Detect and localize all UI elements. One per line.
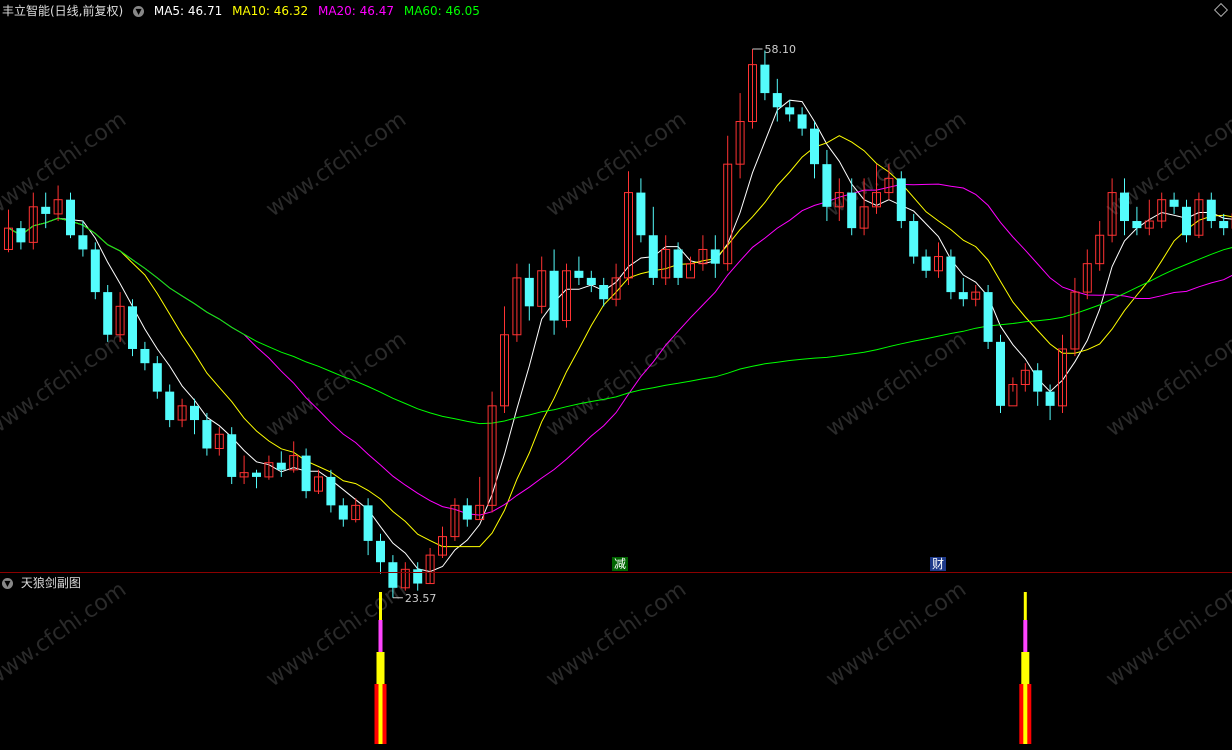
candle-body bbox=[599, 285, 609, 300]
candle-body bbox=[128, 306, 137, 349]
signal-bar-yellow bbox=[1021, 652, 1030, 684]
candle-body bbox=[227, 434, 237, 477]
candle-body bbox=[103, 292, 113, 335]
candle-body bbox=[958, 292, 968, 300]
watermark-text: www.cfchi.com bbox=[542, 107, 691, 222]
candle-body bbox=[202, 420, 212, 449]
candle-body bbox=[326, 476, 336, 506]
candle-body bbox=[1132, 221, 1142, 229]
candle-body bbox=[363, 505, 373, 541]
candle-body bbox=[462, 505, 472, 520]
watermark-text: www.cfchi.com bbox=[262, 577, 411, 692]
candle-body bbox=[524, 277, 534, 307]
candle-body bbox=[772, 93, 782, 108]
candle-body bbox=[78, 235, 88, 250]
candle-body bbox=[276, 462, 286, 470]
high-price-label: 58.10 bbox=[765, 43, 797, 56]
watermark-text: www.cfchi.com bbox=[262, 107, 411, 222]
watermark-text: www.cfchi.com bbox=[822, 327, 971, 442]
signal-tag-1: 减 bbox=[612, 557, 629, 571]
watermark-text: www.cfchi.com bbox=[1102, 577, 1232, 692]
signal-bar-magenta bbox=[378, 620, 383, 652]
ma10-label: MA10: 46.32 bbox=[232, 4, 309, 18]
watermark-text: www.cfchi.com bbox=[542, 577, 691, 692]
signal-tag-2: 财 bbox=[930, 557, 947, 571]
candle-body bbox=[847, 192, 857, 229]
candle-body bbox=[41, 206, 51, 214]
candle-body bbox=[1169, 199, 1179, 207]
candle-body bbox=[165, 391, 175, 421]
candle-body bbox=[1206, 199, 1216, 222]
chart-header: 丰立智能(日线,前复权) ▼ MA5: 46.71 MA10: 46.32 MA… bbox=[2, 2, 486, 20]
subchart-collapse-icon[interactable]: ▼ bbox=[2, 578, 13, 589]
candle-body bbox=[1120, 192, 1129, 222]
candle-body bbox=[896, 178, 906, 222]
signal-bar-yellow-core bbox=[378, 684, 383, 744]
candle-body bbox=[636, 192, 646, 236]
candle-body bbox=[996, 341, 1005, 406]
candle-body bbox=[140, 348, 150, 364]
ma60-label: MA60: 46.05 bbox=[403, 4, 480, 18]
candle-body bbox=[785, 107, 795, 115]
candle-body bbox=[1033, 370, 1043, 392]
candle-body bbox=[1182, 206, 1191, 236]
signal-bar-top bbox=[1023, 592, 1027, 620]
watermark-text: www.cfchi.com bbox=[0, 107, 131, 222]
candle-body bbox=[549, 270, 559, 321]
candle-body bbox=[1045, 391, 1055, 406]
candle-body bbox=[1219, 221, 1229, 229]
candle-body bbox=[810, 128, 819, 165]
stock-title: 丰立智能(日线,前复权) bbox=[2, 4, 124, 18]
candle-body bbox=[921, 256, 931, 271]
candle-body bbox=[338, 505, 348, 520]
ma20-label: MA20: 46.47 bbox=[317, 4, 395, 18]
candle-body bbox=[388, 562, 398, 588]
candle-body bbox=[190, 405, 199, 421]
candle-body bbox=[648, 235, 658, 278]
low-price-label: 23.57 bbox=[405, 592, 437, 605]
candle-body bbox=[822, 164, 832, 207]
candle-body bbox=[152, 363, 162, 392]
ma5-label: MA5: 46.71 bbox=[153, 4, 223, 18]
candle-body bbox=[66, 199, 75, 236]
candlestick-chart: www.cfchi.com www.cfchi.com www.cfchi.com w… bbox=[0, 43, 1232, 744]
watermark-text: www.cfchi.com bbox=[0, 327, 131, 442]
signal-bar-top bbox=[379, 592, 382, 620]
candle-body bbox=[301, 455, 311, 492]
chart-root: www.cfchi.com www.cfchi.com www.cfchi.com w… bbox=[0, 0, 1232, 750]
watermark-text: www.cfchi.com bbox=[262, 327, 411, 442]
candle-body bbox=[760, 64, 770, 94]
watermark-text: www.cfchi.com bbox=[822, 107, 971, 222]
candle-body bbox=[946, 256, 956, 293]
candle-body bbox=[376, 540, 385, 563]
signal-bar-yellow bbox=[376, 652, 385, 684]
candle-body bbox=[574, 270, 584, 278]
watermark-text: www.cfchi.com bbox=[822, 577, 971, 692]
candle-body bbox=[673, 249, 683, 278]
watermark-text: www.cfchi.com bbox=[1102, 327, 1232, 442]
subchart-title: 天狼剑副图 bbox=[20, 576, 81, 590]
ma10-line bbox=[8, 135, 1232, 548]
candle-body bbox=[983, 292, 993, 342]
candle-body bbox=[797, 114, 807, 129]
watermark-text: www.cfchi.com bbox=[0, 577, 131, 692]
candle-body bbox=[90, 249, 100, 293]
candle-body bbox=[16, 228, 26, 243]
panel-separator bbox=[0, 572, 1232, 573]
collapse-icon[interactable]: ▼ bbox=[133, 6, 145, 17]
candle-body bbox=[586, 277, 596, 285]
signal-bar-magenta bbox=[1023, 620, 1028, 652]
candle-body bbox=[909, 221, 919, 257]
signal-bar-yellow-core bbox=[1023, 684, 1028, 744]
subchart-header: ▼ 天狼剑副图 bbox=[2, 574, 81, 591]
candle-body bbox=[710, 249, 720, 264]
candle-body bbox=[252, 472, 261, 477]
